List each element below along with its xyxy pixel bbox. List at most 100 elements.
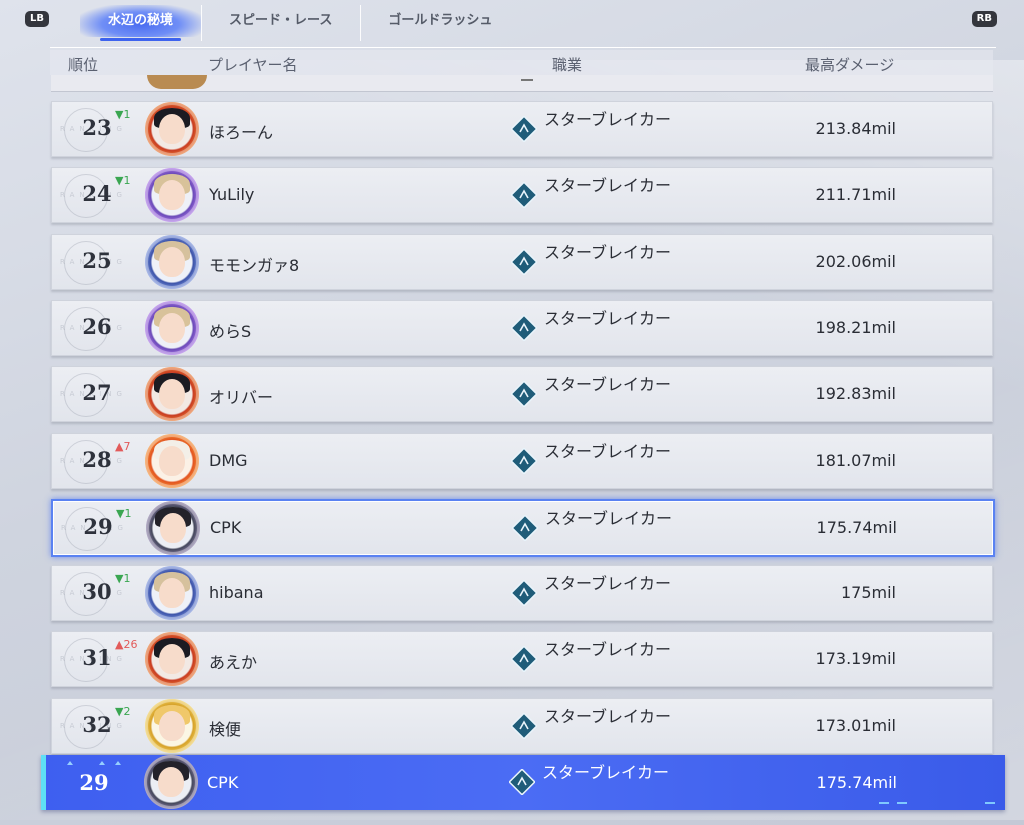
table-row[interactable]: RANKING 27 オリバー スターブレイカー 192.83mil: [51, 366, 993, 423]
player-name: 検便: [209, 719, 242, 739]
avatar: [145, 300, 199, 355]
header-divider: [50, 47, 996, 48]
player-name: モモンガァ8: [209, 255, 300, 275]
top-tab-bar: LB 水辺の秘境 スピード・レース ゴールドラッシュ RB: [0, 0, 1024, 48]
max-damage: 173.01mil: [815, 715, 896, 735]
table-row[interactable]: RANKING 24 ▼1 YuLily スターブレイカー 211.71mil: [51, 167, 993, 224]
starbreaker-class-icon: [511, 182, 537, 209]
my-avatar: [144, 755, 198, 809]
lb-button-icon[interactable]: LB: [25, 11, 49, 27]
table-row[interactable]: RANKING 28 ▲7 DMG スターブレイカー 181.07mil: [51, 432, 993, 489]
rb-button-icon[interactable]: RB: [971, 11, 997, 27]
player-name: オリバー: [209, 388, 274, 408]
avatar: [147, 75, 207, 89]
avatar: [145, 234, 199, 289]
column-player-name: プレイヤー名: [208, 56, 298, 74]
decor-triangle-icon: [99, 761, 105, 765]
starbreaker-class-icon: [511, 381, 537, 408]
starbreaker-class-icon: [512, 514, 538, 541]
avatar: [145, 168, 199, 223]
avatar: [145, 102, 199, 156]
job-name: スターブレイカー: [544, 441, 672, 461]
tab-waterside-secret[interactable]: 水辺の秘境: [80, 5, 202, 41]
max-damage: 192.83mil: [815, 384, 896, 404]
avatar-face: [159, 180, 185, 211]
starbreaker-class-icon: [511, 116, 537, 142]
rank-number: 32: [82, 711, 112, 737]
avatar: [145, 367, 199, 422]
rank-change: ▼2: [115, 704, 131, 718]
rank-number: 27: [82, 380, 112, 406]
avatar-face: [159, 379, 185, 410]
table-row-clipped[interactable]: [51, 75, 993, 92]
avatar-face: [159, 710, 185, 741]
starbreaker-class-icon: [511, 712, 537, 739]
player-name: めらS: [209, 321, 252, 341]
job-name: スターブレイカー: [544, 176, 672, 196]
rank-change: ▲7: [115, 439, 131, 453]
rank-number: 25: [82, 247, 112, 273]
player-name: ほろーん: [209, 123, 274, 142]
starbreaker-class-icon: [511, 314, 537, 341]
max-damage: 211.71mil: [815, 185, 896, 205]
starbreaker-class-icon: [511, 248, 537, 275]
table-row[interactable]: RANKING 32 ▼2 検便 スターブレイカー 173.01mil: [51, 697, 993, 754]
column-header-row: 順位 プレイヤー名 職業 最高ダメージ: [50, 50, 993, 75]
starbreaker-class-icon: [509, 769, 535, 795]
rank-number: 30: [82, 579, 112, 605]
starbreaker-class-icon: [511, 646, 537, 673]
rank-change: ▼1: [116, 506, 132, 520]
table-row[interactable]: RANKING 26 めらS スターブレイカー 198.21mil: [51, 299, 993, 356]
decor-triangle-icon: [115, 761, 121, 765]
job-name-partial: [521, 79, 533, 81]
avatar-face: [159, 644, 185, 675]
my-rank-number: 29: [79, 770, 109, 795]
job-name: スターブレイカー: [544, 574, 672, 594]
job-name: スターブレイカー: [544, 110, 672, 129]
avatar-face: [158, 767, 184, 797]
max-damage: 175mil: [840, 583, 896, 603]
rank-number: 29: [83, 513, 113, 539]
max-damage: 198.21mil: [815, 317, 896, 337]
rank-number: 28: [82, 446, 112, 472]
column-job: 職業: [552, 56, 583, 74]
starbreaker-class-icon: [511, 580, 537, 607]
table-row[interactable]: RANKING 29 ▼1 CPK スターブレイカー 175.74mil: [51, 498, 995, 557]
avatar: [145, 566, 199, 621]
tab-gold-rush[interactable]: ゴールドラッシュ: [360, 5, 520, 41]
player-name: YuLily: [209, 185, 255, 205]
job-name: スターブレイカー: [544, 242, 672, 262]
avatar-face: [159, 114, 185, 144]
job-name: スターブレイカー: [545, 508, 673, 528]
rank-number: 23: [82, 115, 112, 140]
max-damage: 181.07mil: [815, 450, 896, 470]
table-row[interactable]: RANKING 25 モモンガァ8 スターブレイカー 202.06mil: [51, 233, 993, 290]
decor-dash: [879, 802, 889, 804]
rank-change: ▼1: [115, 174, 131, 188]
table-row[interactable]: RANKING 31 ▲26 あえか スターブレイカー 173.19mil: [51, 631, 993, 688]
my-rank-bar[interactable]: 29 CPK スターブレイカー 175.74mil: [41, 755, 1005, 810]
avatar: [145, 698, 199, 753]
my-job-name: スターブレイカー: [542, 763, 670, 782]
tab-speed-race[interactable]: スピード・レース: [201, 5, 360, 41]
rank-change: ▼1: [115, 572, 131, 586]
my-player-name: CPK: [207, 773, 239, 792]
job-name: スターブレイカー: [544, 308, 672, 328]
avatar: [145, 632, 199, 687]
decor-triangle-icon: [67, 761, 73, 765]
player-name: DMG: [209, 450, 248, 470]
rank-number: 26: [82, 313, 112, 339]
avatar: [146, 500, 200, 555]
ranking-tabs: 水辺の秘境 スピード・レース ゴールドラッシュ: [80, 5, 520, 41]
avatar-face: [159, 578, 185, 609]
avatar-face: [159, 246, 185, 277]
avatar-face: [159, 312, 185, 343]
column-rank: 順位: [68, 56, 99, 74]
decor-dash: [985, 802, 995, 804]
max-damage: 175.74mil: [816, 517, 897, 537]
table-row[interactable]: RANKING 30 ▼1 hibana スターブレイカー 175mil: [51, 565, 993, 622]
decor-dash: [897, 802, 907, 804]
avatar: [145, 433, 199, 488]
avatar-face: [160, 512, 186, 543]
table-row[interactable]: RANKING 23 ▼1 ほろーん スターブレイカー 213.84mil: [51, 101, 993, 157]
